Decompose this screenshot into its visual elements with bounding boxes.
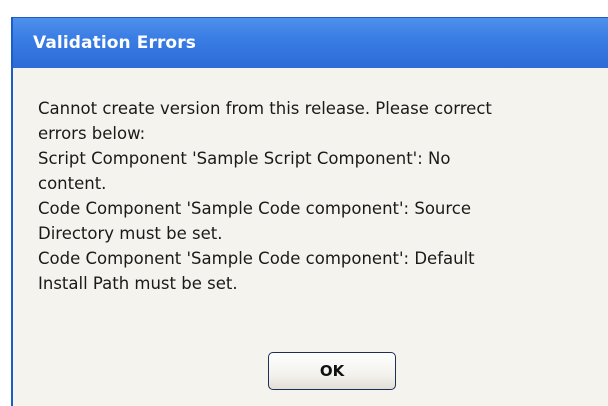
message-line: errors below: bbox=[38, 124, 146, 143]
dialog-title-bar[interactable]: Validation Errors bbox=[13, 18, 608, 68]
message-line: Code Component 'Sample Code component': … bbox=[38, 249, 475, 268]
ok-button[interactable]: OK bbox=[268, 352, 396, 390]
validation-errors-dialog: Validation Errors Cannot create version … bbox=[11, 17, 608, 406]
dialog-button-row: OK bbox=[13, 352, 608, 390]
dialog-title: Validation Errors bbox=[33, 33, 196, 53]
message-line: content. bbox=[38, 174, 107, 193]
message-line: Script Component 'Sample Script Componen… bbox=[38, 149, 451, 168]
dialog-message: Cannot create version from this release.… bbox=[13, 68, 608, 296]
message-line: Install Path must be set. bbox=[38, 274, 238, 293]
message-line: Code Component 'Sample Code component': … bbox=[38, 199, 472, 218]
message-line: Directory must be set. bbox=[38, 224, 223, 243]
message-line: Cannot create version from this release.… bbox=[38, 99, 492, 118]
